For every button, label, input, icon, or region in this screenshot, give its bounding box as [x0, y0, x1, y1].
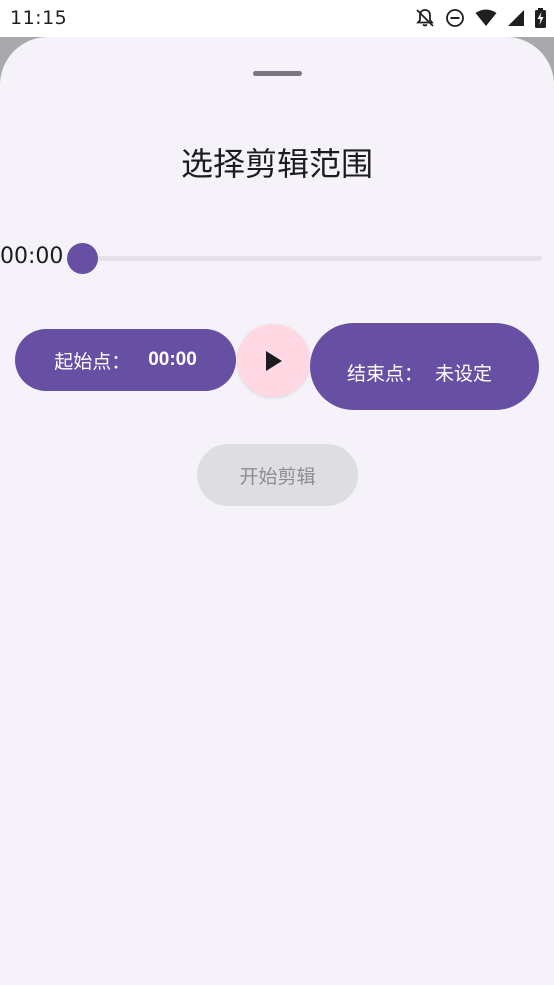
signal-icon [508, 10, 524, 26]
status-bar: 11:15 [0, 0, 554, 37]
start-point-value: 00:00 [148, 349, 197, 370]
set-end-point-button[interactable]: 结束点： 未设定 [310, 323, 539, 410]
end-point-label: 结束点： [347, 363, 424, 385]
end-point-value: 未设定 [435, 363, 493, 385]
current-time-label: 00:00 [0, 244, 64, 269]
do-not-disturb-icon [446, 9, 464, 27]
play-button[interactable] [237, 324, 310, 397]
play-icon [265, 350, 282, 371]
drag-handle[interactable] [253, 71, 302, 76]
battery-charging-icon [535, 8, 546, 28]
status-time: 11:15 [10, 7, 68, 29]
begin-edit-button[interactable]: 开始剪辑 [197, 444, 358, 506]
start-point-label: 起始点： [54, 351, 131, 373]
seek-slider-thumb[interactable] [66, 243, 98, 274]
seek-slider-track[interactable] [82, 256, 542, 261]
notifications-off-icon [416, 9, 434, 27]
bottom-sheet: 选择剪辑范围 00:00 起始点： 00:00 结束点： 未设定 开始剪辑 [0, 37, 554, 985]
set-start-point-button[interactable]: 起始点： 00:00 [15, 329, 236, 391]
sheet-title: 选择剪辑范围 [180, 145, 373, 183]
wifi-icon [475, 9, 497, 26]
status-icons [415, 7, 546, 29]
